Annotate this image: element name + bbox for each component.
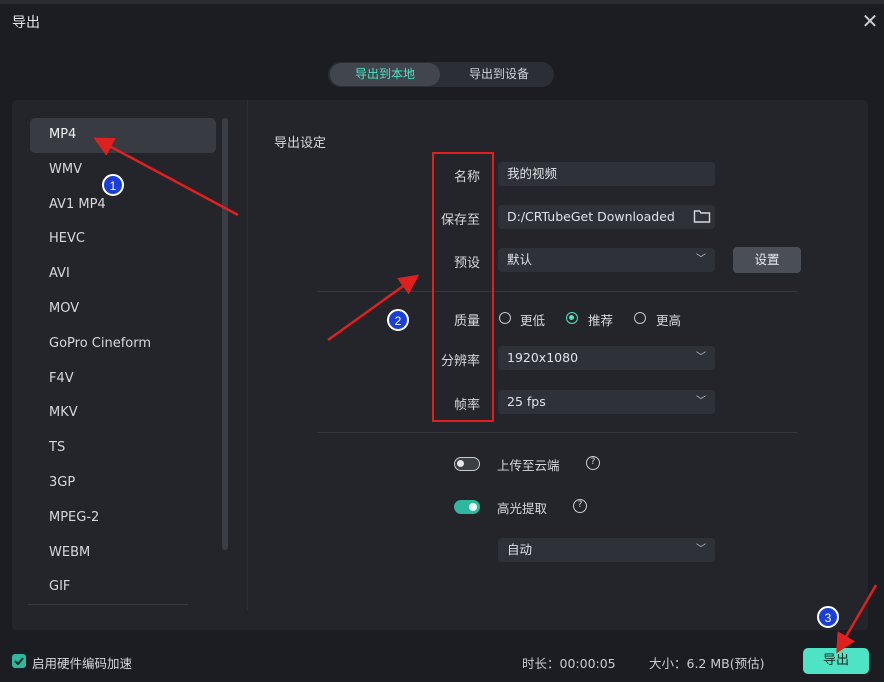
resolution-select[interactable]: 1920x1080 ﹀ <box>498 346 715 370</box>
quality-higher-radio[interactable] <box>634 312 646 324</box>
list-divider <box>28 604 188 605</box>
duration-text: 时长：00:00:05 <box>522 656 616 671</box>
help-icon[interactable]: ? <box>573 499 587 513</box>
format-item[interactable]: 3GP <box>30 466 216 501</box>
format-item[interactable]: TS <box>30 431 216 466</box>
export-button[interactable]: 导出 <box>803 648 869 674</box>
check-icon <box>14 657 24 666</box>
format-item[interactable]: F4V <box>30 362 216 397</box>
section-divider <box>317 291 797 292</box>
vertical-divider <box>247 100 248 610</box>
quality-lower-label: 更低 <box>520 313 546 328</box>
format-item[interactable]: MOV <box>30 292 216 327</box>
format-item[interactable]: WMV <box>30 153 216 188</box>
quality-lower-radio[interactable] <box>499 312 511 324</box>
chevron-down-icon: ﹀ <box>696 544 706 555</box>
highlight-extract-toggle[interactable] <box>454 500 480 514</box>
preset-value: 默认 <box>507 252 533 267</box>
top-strip <box>0 0 884 4</box>
format-item[interactable]: GoPro Cineform <box>30 327 216 362</box>
resolution-value: 1920x1080 <box>507 350 579 365</box>
export-tabs: 导出到本地 导出到设备 <box>328 62 554 87</box>
highlight-mode-select[interactable]: 自动 ﹀ <box>498 538 715 562</box>
chevron-down-icon: ﹀ <box>696 396 706 407</box>
close-icon[interactable]: ✕ <box>858 10 882 34</box>
window-title: 导出 <box>12 15 40 31</box>
quality-recommended-label: 推荐 <box>588 313 614 328</box>
format-list-scrollbar[interactable] <box>222 118 228 550</box>
format-item[interactable]: AVI <box>30 257 216 292</box>
format-item[interactable]: GIF <box>30 570 216 605</box>
name-field[interactable]: 我的视频 <box>498 162 715 186</box>
hw-accel-checkbox[interactable] <box>12 654 26 668</box>
framerate-value: 25 fps <box>507 394 546 409</box>
framerate-select[interactable]: 25 fps ﹀ <box>498 390 715 414</box>
save-path-field[interactable]: D:/CRTubeGet Downloaded <box>498 205 715 229</box>
section-divider <box>317 432 797 433</box>
preset-select[interactable]: 默认 ﹀ <box>498 248 715 272</box>
tab-export-local[interactable]: 导出到本地 <box>330 63 440 86</box>
highlight-mode-value: 自动 <box>507 542 533 557</box>
format-item[interactable]: MPEG-2 <box>30 501 216 536</box>
tab-export-device[interactable]: 导出到设备 <box>446 63 552 86</box>
chevron-down-icon: ﹀ <box>696 352 706 363</box>
export-settings-title: 导出设定 <box>274 136 327 151</box>
format-item[interactable]: WEBM <box>30 536 216 571</box>
highlight-extract-label: 高光提取 <box>497 501 548 516</box>
format-item[interactable]: AV1 MP4 <box>30 188 216 223</box>
hw-accel-label: 启用硬件编码加速 <box>32 656 133 671</box>
cloud-upload-label: 上传至云端 <box>497 458 560 473</box>
annotation-box <box>432 152 494 422</box>
preset-settings-button[interactable]: 设置 <box>733 247 801 273</box>
folder-icon[interactable] <box>693 208 711 224</box>
format-item[interactable]: HEVC <box>30 222 216 257</box>
format-item[interactable]: MP4 <box>30 118 216 153</box>
format-item[interactable]: MKV <box>30 396 216 431</box>
help-icon[interactable]: ? <box>586 456 600 470</box>
cloud-upload-toggle[interactable] <box>454 457 480 471</box>
size-estimate-text: 大小：6.2 MB(预估) <box>649 656 765 671</box>
quality-higher-label: 更高 <box>656 313 682 328</box>
quality-recommended-radio[interactable] <box>566 312 578 324</box>
save-path-value: D:/CRTubeGet Downloaded <box>507 209 675 224</box>
chevron-down-icon: ﹀ <box>696 254 706 265</box>
format-list: MP4 WMV AV1 MP4 HEVC AVI MOV GoPro Cinef… <box>30 118 216 605</box>
